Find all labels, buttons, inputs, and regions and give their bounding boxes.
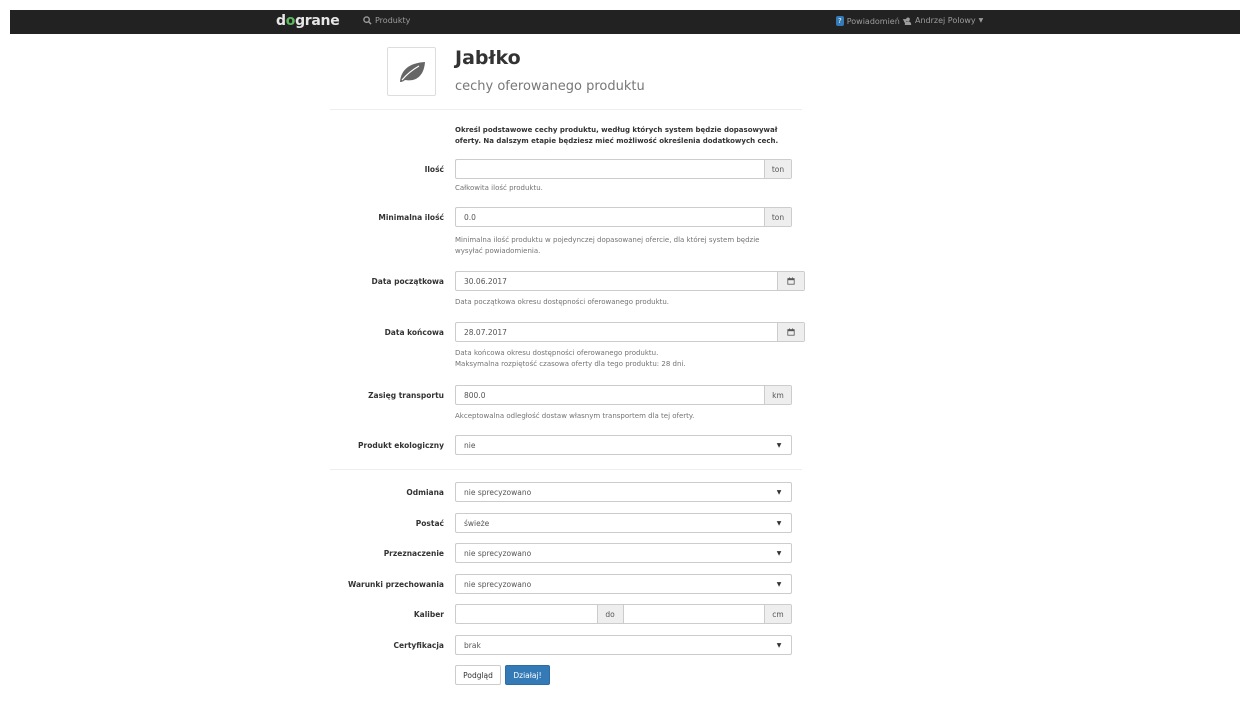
min-ilosc-unit: ton — [764, 208, 791, 226]
top-navbar: dograne Produkty ? Powiadomień ▼ Andrzej… — [10, 10, 1240, 34]
przeznaczenie-label: Przeznaczenie — [383, 549, 444, 558]
page-title: Jabłko — [455, 47, 521, 69]
warunki-label: Warunki przechowania — [347, 580, 444, 589]
user-name: Andrzej Polowy — [915, 16, 976, 25]
leaf-icon — [399, 61, 425, 82]
data-konc-input[interactable]: 28.07.2017 — [456, 328, 777, 337]
kaliber-separator: do — [596, 605, 624, 623]
user-icon — [904, 17, 912, 25]
search-icon — [363, 16, 372, 25]
data-konc-input-group: 28.07.2017 — [455, 322, 805, 342]
caret-down-icon: ▼ — [776, 641, 782, 649]
ilosc-unit: ton — [764, 160, 791, 178]
caret-down-icon: ▼ — [776, 441, 782, 449]
nav-products-label: Produkty — [375, 16, 411, 25]
data-pocz-input[interactable]: 30.06.2017 — [456, 277, 777, 286]
ilosc-input-group: ton — [455, 159, 792, 179]
eko-label: Produkt ekologiczny — [358, 441, 444, 450]
odmiana-select[interactable]: nie sprecyzowano ▼ — [455, 482, 792, 502]
postac-select[interactable]: świeże ▼ — [455, 513, 792, 533]
eko-select[interactable]: nie ▼ — [455, 435, 792, 455]
data-pocz-input-group: 30.06.2017 — [455, 271, 805, 291]
postac-label: Postać — [415, 519, 444, 528]
warunki-select[interactable]: nie sprecyzowano ▼ — [455, 574, 792, 594]
header-divider — [330, 109, 802, 110]
min-ilosc-help-line2: wysyłać powiadomienia. — [455, 247, 541, 255]
caret-down-icon: ▼ — [776, 549, 782, 557]
user-dropdown[interactable]: Andrzej Polowy ▼ — [904, 16, 983, 25]
zasieg-label: Zasięg transportu — [368, 391, 444, 400]
zasieg-help: Akceptowalna odległość dostaw własnym tr… — [455, 412, 695, 420]
product-thumbnail — [387, 47, 436, 96]
min-ilosc-input-group: 0.0 ton — [455, 207, 792, 227]
data-pocz-label: Data początkowa — [371, 277, 444, 286]
calendar-icon — [787, 277, 795, 285]
kaliber-unit: cm — [764, 605, 791, 623]
page-subtitle: cechy oferowanego produktu — [455, 79, 645, 94]
caret-down-icon: ▼ — [978, 17, 984, 24]
data-konc-label: Data końcowa — [384, 328, 444, 337]
caret-down-icon: ▼ — [776, 580, 782, 588]
brand-logo[interactable]: dograne — [276, 13, 340, 29]
min-ilosc-label: Minimalna ilość — [378, 213, 444, 222]
odmiana-label: Odmiana — [406, 488, 444, 497]
ilosc-help: Całkowita ilość produktu. — [455, 184, 543, 192]
data-konc-calendar-button[interactable] — [777, 323, 804, 341]
odmiana-select-value: nie sprecyzowano — [464, 487, 532, 497]
calendar-icon — [787, 328, 795, 336]
data-pocz-help: Data początkowa okresu dostępności ofero… — [455, 298, 670, 306]
notifications-badge: ? — [836, 16, 844, 26]
nav-products-link[interactable]: Produkty — [363, 16, 410, 25]
eko-select-value: nie — [464, 440, 476, 450]
kaliber-label: Kaliber — [413, 610, 444, 619]
notifications-dropdown[interactable]: ? Powiadomień ▼ — [836, 16, 907, 26]
postac-select-value: świeże — [464, 518, 490, 528]
intro-text: Określ podstawowe cechy produktu, według… — [455, 126, 779, 145]
min-ilosc-input[interactable]: 0.0 — [456, 213, 764, 222]
zasieg-input-group: 800.0 km — [455, 385, 792, 405]
caret-down-icon: ▼ — [776, 519, 782, 527]
certyfikacja-select[interactable]: brak ▼ — [455, 635, 792, 655]
section-divider — [330, 469, 802, 470]
data-konc-help-line2: Maksymalna rozpiętość czasowa oferty dla… — [455, 360, 686, 368]
kaliber-input-group: do cm — [455, 604, 792, 624]
zasieg-unit: km — [764, 386, 791, 404]
certyfikacja-select-value: brak — [464, 640, 481, 650]
data-pocz-calendar-button[interactable] — [777, 272, 804, 290]
zasieg-input[interactable]: 800.0 — [456, 391, 764, 400]
przeznaczenie-select-value: nie sprecyzowano — [464, 548, 532, 558]
ilosc-label: Ilość — [424, 165, 444, 174]
submit-button[interactable]: Działaj! — [505, 665, 550, 685]
certyfikacja-label: Certyfikacja — [393, 641, 444, 650]
min-ilosc-help-line1: Minimalna ilość produktu w pojedynczej d… — [455, 236, 760, 244]
warunki-select-value: nie sprecyzowano — [464, 579, 532, 589]
caret-down-icon: ▼ — [776, 488, 782, 496]
notifications-label: Powiadomień — [846, 16, 900, 26]
przeznaczenie-select[interactable]: nie sprecyzowano ▼ — [455, 543, 792, 563]
data-konc-help-line1: Data końcowa okresu dostępności oferowan… — [455, 349, 659, 357]
preview-button[interactable]: Podgląd — [455, 665, 501, 685]
